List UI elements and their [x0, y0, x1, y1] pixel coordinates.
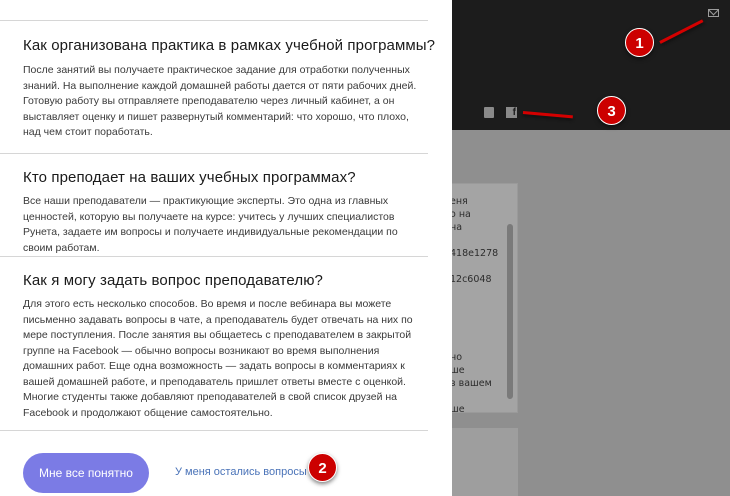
mail-icon[interactable]: [708, 9, 719, 17]
faq-answer-1: После занятий вы получаете практическое …: [23, 64, 417, 138]
download-icon[interactable]: [484, 107, 494, 118]
faq-question-2: Кто преподает на ваших учебных программа…: [23, 169, 356, 186]
annotation-badge-3: 3: [597, 96, 626, 125]
divider: [0, 20, 428, 21]
faq-question-3: Как я могу задать вопрос преподавателю?: [23, 272, 323, 289]
divider: [0, 430, 428, 431]
faq-answer-3: Для этого есть несколько способов. Во вр…: [23, 298, 413, 419]
annotation-badge-1: 1: [625, 28, 654, 57]
divider: [0, 256, 428, 257]
faq-answer-2: Все наши преподаватели — практикующие эк…: [23, 195, 398, 254]
faq-question-1: Как организована практика в рамках учебн…: [23, 37, 436, 54]
annotation-badge-2: 2: [308, 453, 337, 482]
divider: [0, 153, 428, 154]
faq-modal: Как организована практика в рамках учебн…: [0, 0, 452, 496]
facebook-icon[interactable]: f: [506, 107, 517, 118]
have-questions-link[interactable]: У меня остались вопросы: [175, 466, 307, 478]
background-card-text: еня о на на 418e1278 12c6048 но ше в ваш…: [450, 196, 499, 415]
understood-button[interactable]: Мне все понятно: [23, 453, 149, 493]
